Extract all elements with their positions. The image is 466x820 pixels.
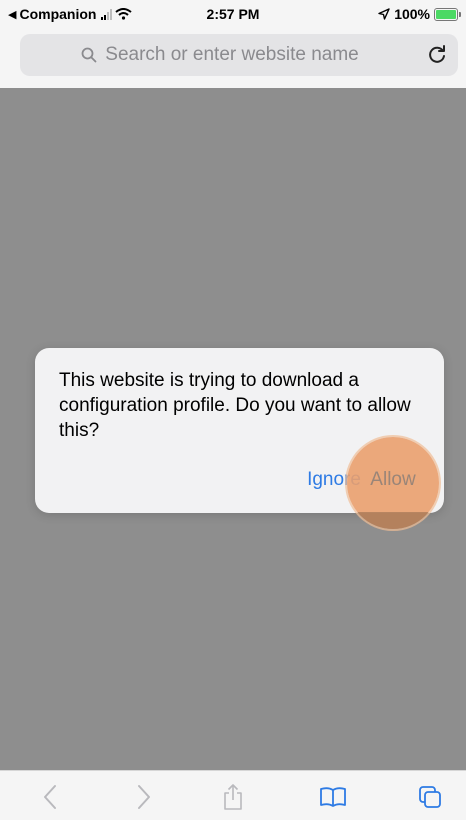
- forward-button[interactable]: [128, 781, 160, 813]
- back-button[interactable]: [34, 781, 66, 813]
- bottom-toolbar: [0, 770, 466, 820]
- allow-button[interactable]: Allow: [355, 466, 431, 494]
- bookmarks-icon: [320, 787, 346, 807]
- url-bar-content[interactable]: Search or enter website name: [20, 34, 420, 76]
- top-toolbar: Search or enter website name: [0, 28, 466, 88]
- battery-icon: [434, 7, 461, 21]
- share-icon: [224, 784, 242, 810]
- location-arrow-icon: [378, 8, 390, 20]
- battery-percent: 100%: [394, 6, 430, 22]
- bookmarks-button[interactable]: [317, 781, 349, 813]
- cellular-signal-icon: [101, 8, 113, 20]
- status-left[interactable]: ◀ Companion: [8, 6, 133, 22]
- back-triangle-icon: ◀: [8, 8, 17, 21]
- search-input-placeholder[interactable]: Search or enter website name: [105, 44, 358, 66]
- back-icon: [44, 785, 56, 809]
- share-button[interactable]: [217, 781, 249, 813]
- url-bar[interactable]: Search or enter website name: [20, 34, 458, 76]
- reload-icon[interactable]: [424, 42, 450, 68]
- search-icon: [81, 47, 97, 63]
- back-app-label[interactable]: Companion: [19, 6, 96, 22]
- alert-message: This website is trying to download a con…: [59, 370, 411, 441]
- tabs-button[interactable]: [414, 781, 446, 813]
- status-right: 100%: [378, 6, 461, 22]
- wifi-icon: [115, 8, 133, 20]
- tabs-icon: [419, 786, 441, 808]
- status-bar: ◀ Companion 2:57 PM 100%: [0, 0, 466, 28]
- forward-icon: [138, 785, 150, 809]
